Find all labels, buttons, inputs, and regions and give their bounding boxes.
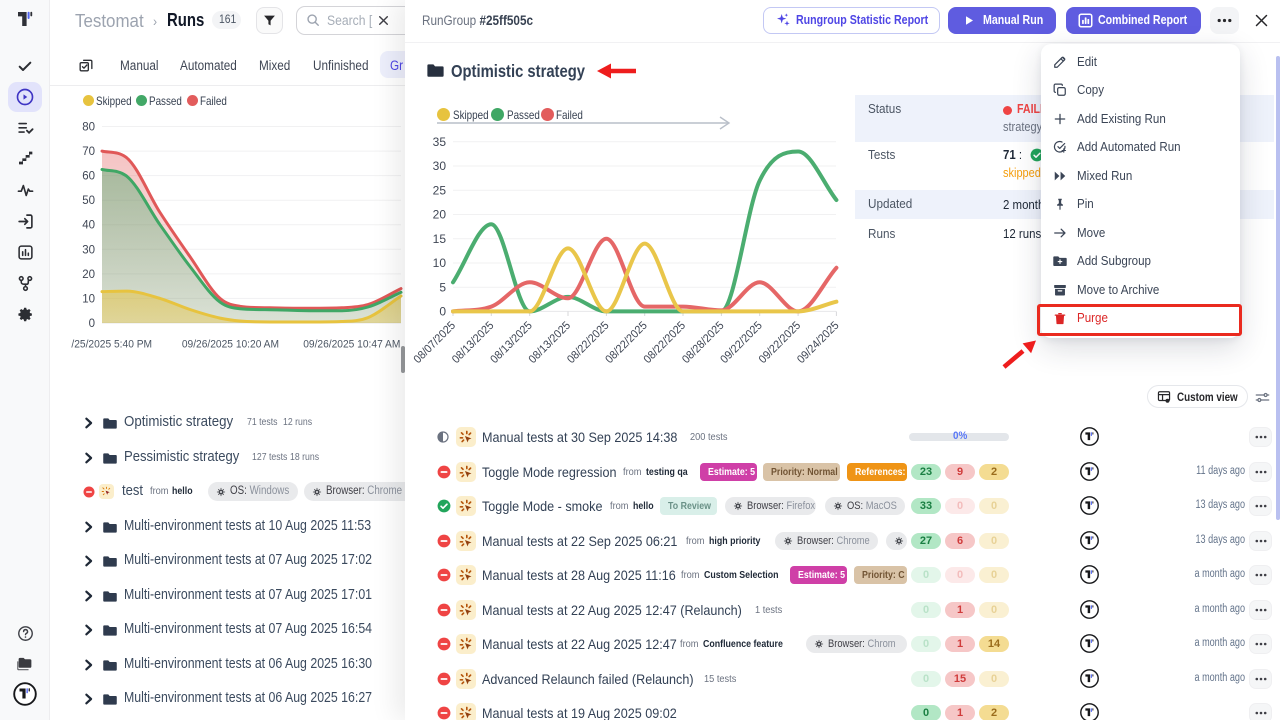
svg-text:20: 20	[433, 208, 447, 222]
svg-text:35: 35	[433, 135, 447, 149]
svg-text:40: 40	[82, 220, 95, 232]
svg-text:20: 20	[82, 269, 95, 281]
svg-text:09/26/2025 10:47 AM: 09/26/2025 10:47 AM	[303, 338, 400, 350]
svg-text:60: 60	[82, 171, 95, 183]
svg-text:09/24/2025: 09/24/2025	[795, 319, 842, 366]
svg-text:09/26/2025 10:20 AM: 09/26/2025 10:20 AM	[182, 338, 279, 350]
svg-text:/25/2025 5:40 PM: /25/2025 5:40 PM	[71, 338, 152, 350]
svg-text:25: 25	[433, 184, 447, 198]
svg-text:15: 15	[433, 232, 447, 246]
svg-text:30: 30	[433, 159, 447, 173]
svg-text:10: 10	[82, 293, 95, 305]
svg-text:30: 30	[82, 244, 95, 256]
svg-text:0: 0	[439, 305, 446, 319]
svg-text:50: 50	[82, 195, 95, 207]
svg-text:5: 5	[439, 280, 446, 294]
svg-text:0: 0	[89, 318, 95, 330]
svg-text:70: 70	[82, 146, 95, 158]
svg-text:80: 80	[82, 122, 95, 134]
svg-text:10: 10	[433, 256, 447, 270]
